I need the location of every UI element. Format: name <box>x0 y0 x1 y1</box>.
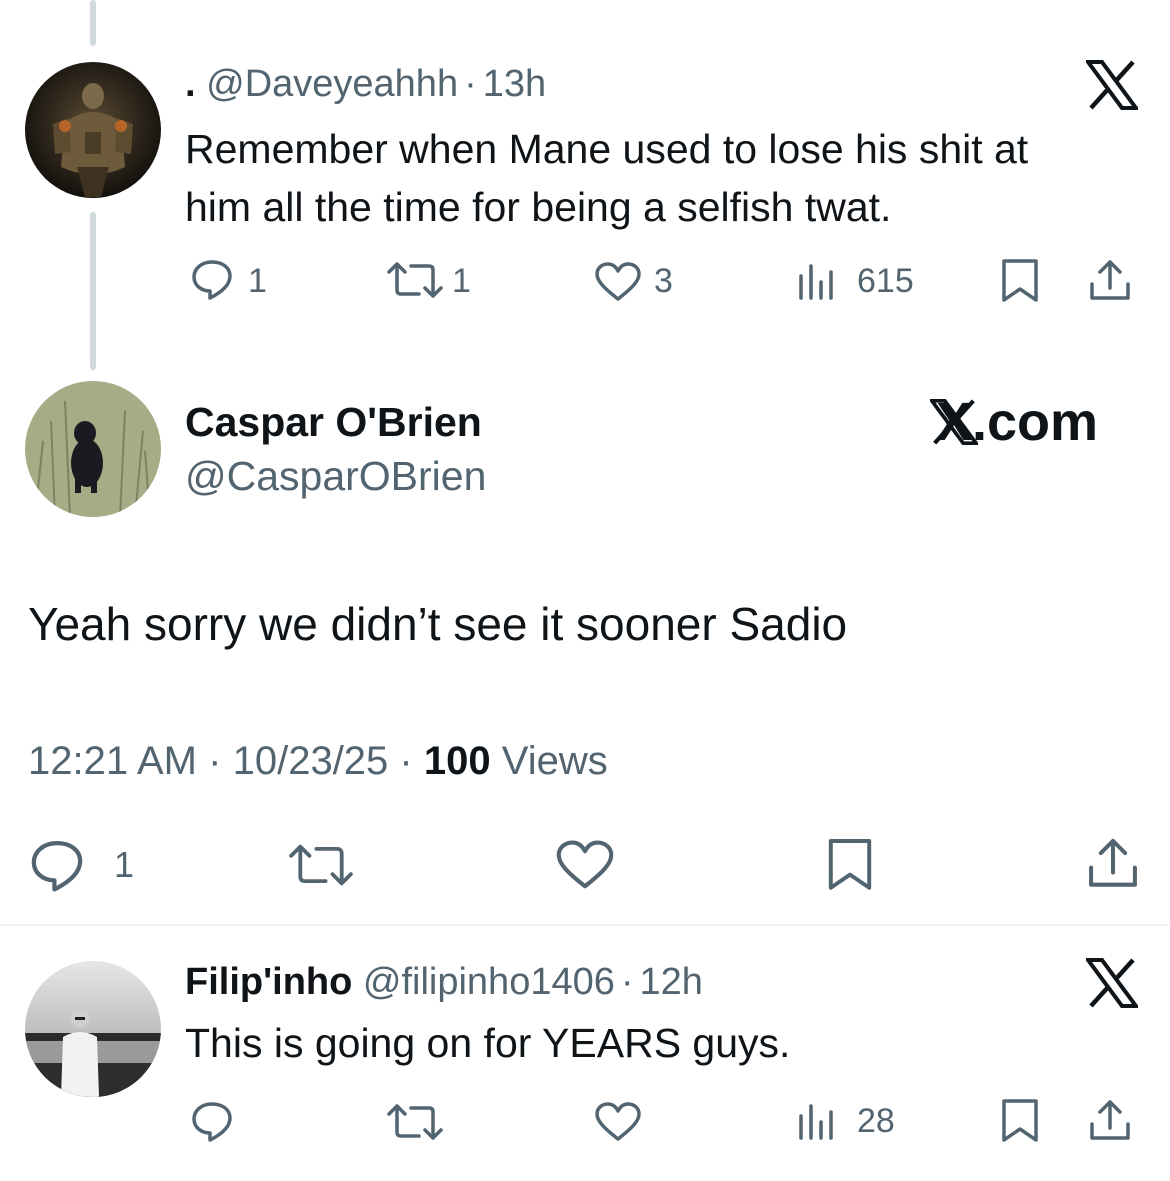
reply-count: 1 <box>114 844 135 885</box>
main-display-name[interactable]: Caspar O'Brien <box>185 398 482 446</box>
main-handle[interactable]: @CasparOBrien <box>185 452 486 500</box>
bookmark-icon[interactable] <box>1000 1098 1040 1144</box>
retweet-icon[interactable] <box>385 260 445 300</box>
views-count[interactable]: 100 <box>424 739 491 783</box>
handle[interactable]: @Daveyeahhh <box>206 63 458 105</box>
like-icon[interactable] <box>594 262 642 302</box>
views-label: Views <box>501 739 608 783</box>
tweet3-header: Filip'inho @filipinho1406 · 12h <box>185 960 703 1004</box>
like-icon[interactable] <box>594 1102 642 1142</box>
avatar-daveyeahhh[interactable] <box>25 62 161 198</box>
meta-separator: · <box>208 739 222 783</box>
timestamp[interactable]: 13h <box>483 63 546 105</box>
tweet1-header: . @Daveyeahhh · 13h <box>185 62 546 106</box>
reply-icon[interactable] <box>190 258 234 300</box>
tweet1-text: Remember when Mane used to lose his shit… <box>185 120 1028 236</box>
reply-count: 1 <box>248 262 267 300</box>
share-icon[interactable] <box>1086 836 1140 892</box>
retweet-icon[interactable] <box>286 842 356 888</box>
x-logo-icon <box>1086 958 1138 1008</box>
display-name[interactable]: . <box>185 63 196 105</box>
thread-line-top <box>90 0 96 46</box>
reply-icon[interactable] <box>28 838 86 892</box>
share-icon[interactable] <box>1088 1098 1132 1144</box>
bookmark-icon[interactable] <box>1000 258 1040 304</box>
main-tweet-text: Yeah sorry we didn’t see it sooner Sadio <box>28 598 848 650</box>
retweet-count: 1 <box>452 262 471 300</box>
views-icon[interactable] <box>797 1102 837 1142</box>
brand-text: X.com <box>936 392 1099 452</box>
tweet-date[interactable]: 10/23/25 <box>233 739 389 783</box>
views-icon[interactable] <box>797 262 837 302</box>
avatar-filipinho[interactable] <box>25 961 161 1097</box>
bookmark-icon[interactable] <box>826 836 874 894</box>
avatar-dog-image <box>25 381 161 517</box>
avatar-person-image <box>25 961 161 1097</box>
x-logo-icon <box>1086 60 1138 110</box>
tweet3-text: This is going on for YEARS guys. <box>185 1020 791 1066</box>
views-count: 615 <box>857 262 914 300</box>
avatar-armor-image <box>25 62 161 198</box>
share-icon[interactable] <box>1088 258 1132 304</box>
separator: · <box>464 63 477 105</box>
x-com-brand: X.com <box>930 390 1098 454</box>
views-count: 28 <box>857 1102 895 1140</box>
thread-line-middle <box>90 212 96 370</box>
meta-separator: · <box>399 739 413 783</box>
like-icon[interactable] <box>555 840 615 890</box>
tweet-time[interactable]: 12:21 AM <box>28 739 197 783</box>
display-name[interactable]: Filip'inho <box>185 961 352 1003</box>
like-count: 3 <box>654 262 673 300</box>
divider <box>0 924 1170 926</box>
main-tweet-meta: 12:21 AM · 10/23/25 · 100 Views <box>28 738 608 784</box>
tweet1-text-line2: him all the time for being a selfish twa… <box>185 184 892 230</box>
reply-icon[interactable] <box>190 1100 234 1142</box>
avatar-casparobrien[interactable] <box>25 381 161 517</box>
retweet-icon[interactable] <box>385 1102 445 1142</box>
tweet1-text-line1: Remember when Mane used to lose his shit… <box>185 126 1029 172</box>
handle[interactable]: @filipinho1406 <box>363 961 615 1003</box>
timestamp[interactable]: 12h <box>640 961 703 1003</box>
separator: · <box>620 961 634 1003</box>
